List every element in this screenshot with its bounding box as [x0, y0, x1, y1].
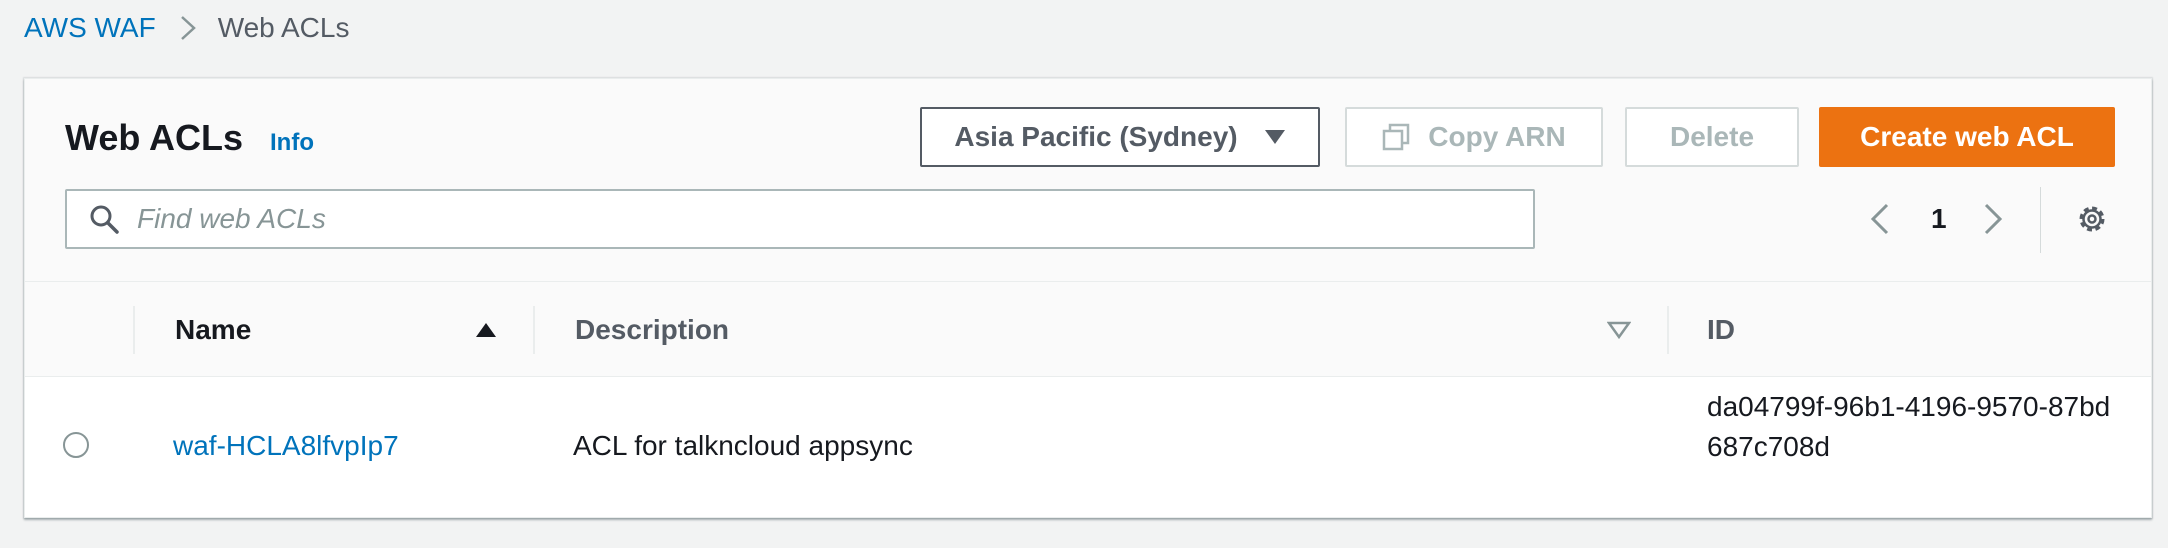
- caret-down-icon: [1264, 129, 1286, 145]
- pagination-divider: [2040, 187, 2041, 253]
- copy-arn-button[interactable]: Copy ARN: [1345, 107, 1603, 167]
- breadcrumb-current: Web ACLs: [217, 12, 350, 43]
- chevron-left-icon: [1870, 203, 1890, 235]
- column-divider: [1667, 306, 1669, 354]
- region-select-label: Asia Pacific (Sydney): [954, 121, 1238, 152]
- copy-icon: [1382, 123, 1410, 151]
- web-acl-name-link[interactable]: waf-HCLA8lfvpIp7: [173, 430, 399, 462]
- previous-page-button[interactable]: [1870, 189, 1890, 249]
- column-divider: [533, 306, 535, 354]
- delete-button[interactable]: Delete: [1625, 107, 1799, 167]
- copy-arn-label: Copy ARN: [1428, 121, 1566, 152]
- chevron-right-icon: [1983, 203, 2003, 235]
- web-acl-description: ACL for talkncloud appsync: [573, 430, 913, 461]
- breadcrumb-link-aws-waf[interactable]: AWS WAF: [24, 12, 156, 44]
- row-select-radio[interactable]: [63, 432, 89, 458]
- search-icon: [89, 204, 119, 234]
- web-acl-id: da04799f-96b1-4196-9570-87bd687c708d: [1707, 391, 2111, 462]
- breadcrumb: AWS WAF Web ACLs: [24, 8, 349, 48]
- search-box: [65, 189, 1535, 249]
- create-web-acl-button[interactable]: Create web ACL: [1819, 107, 2115, 167]
- sort-unsorted-icon[interactable]: [1607, 282, 1631, 378]
- info-link[interactable]: Info: [270, 129, 314, 157]
- next-page-button[interactable]: [1983, 189, 2003, 249]
- column-divider: [133, 306, 135, 354]
- sort-ascending-icon[interactable]: [475, 282, 497, 378]
- panel-header: Web ACLs Info Asia Pacific (Sydney) Copy…: [25, 79, 2151, 279]
- preferences-button[interactable]: [2075, 189, 2109, 249]
- page-title: Web ACLs: [65, 117, 244, 158]
- web-acls-panel: Web ACLs Info Asia Pacific (Sydney) Copy…: [24, 78, 2152, 518]
- chevron-right-icon: [180, 15, 196, 41]
- region-select[interactable]: Asia Pacific (Sydney): [920, 107, 1320, 167]
- table-header: Name Description ID: [25, 281, 2151, 377]
- gear-icon: [2075, 202, 2109, 236]
- column-header-description[interactable]: Description: [575, 282, 729, 378]
- column-header-id: ID: [1707, 314, 1735, 345]
- table-row[interactable]: waf-HCLA8lfvpIp7 ACL for talkncloud apps…: [25, 377, 2151, 517]
- search-input[interactable]: [135, 202, 1439, 236]
- column-header-name[interactable]: Name: [175, 282, 251, 378]
- current-page-number[interactable]: 1: [1931, 189, 1947, 249]
